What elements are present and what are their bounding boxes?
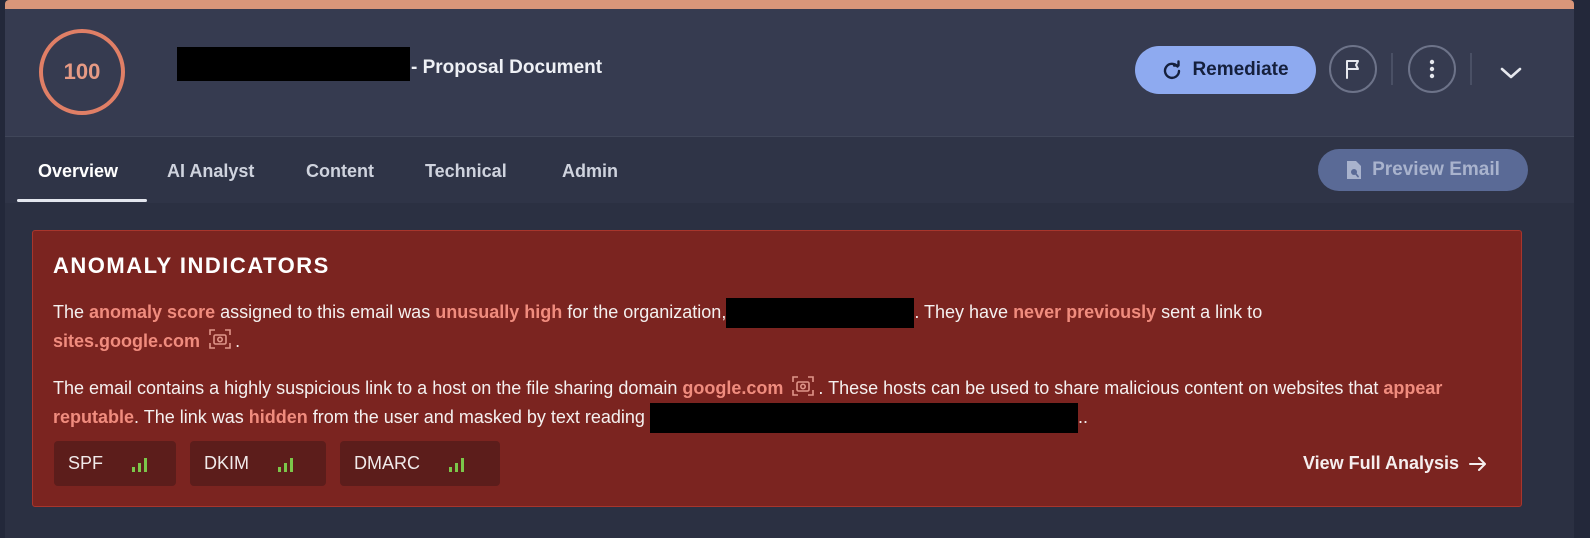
preview-email-label: Preview Email [1372,159,1500,180]
dmarc-badge[interactable]: DMARC [340,441,500,486]
collapse-button[interactable] [1495,59,1527,87]
anomaly-score-ring: 100 [39,29,125,115]
dkim-label: DKIM [204,453,249,473]
email-subject: - Proposal Document [411,57,603,78]
tab-content[interactable]: Content [306,161,374,182]
view-full-analysis-link[interactable]: View Full Analysis [1303,453,1487,474]
anomaly-indicators-panel: ANOMALY INDICATORS The anomaly score ass… [32,230,1522,507]
more-vertical-icon [1429,59,1435,79]
divider [1391,53,1393,85]
link-domain[interactable]: sites.google.com [53,331,200,351]
tab-bar: Overview AI Analyst Content Technical Ad… [5,137,1574,203]
dmarc-label: DMARC [354,453,420,473]
anomaly-paragraph-1: The anomaly score assigned to this email… [53,298,1503,356]
flag-icon [1346,60,1359,79]
redacted-organization [726,298,915,328]
scan-icon[interactable] [792,375,815,403]
refresh-icon [1164,60,1181,80]
accent-bar [5,0,1574,9]
anomaly-score-value: 100 [63,59,101,84]
scan-icon[interactable] [209,328,231,356]
document-icon [1347,161,1362,179]
link-domain[interactable]: google.com [682,378,783,398]
signal-bars-icon [132,457,148,472]
tab-ai-analyst[interactable]: AI Analyst [167,161,254,182]
chevron-down-icon [1500,67,1522,79]
tab-overview[interactable]: Overview [38,161,118,182]
remediate-label: Remediate [1192,59,1289,80]
spf-label: SPF [68,453,104,473]
auth-badges: SPF DKIM DMARC [54,441,500,486]
remediate-button[interactable]: Remediate [1135,46,1316,94]
preview-email-button[interactable]: Preview Email [1318,149,1528,191]
email-card: 100 - Proposal Document Remediate Overvi… [5,9,1574,538]
spf-badge[interactable]: SPF [54,441,176,486]
active-tab-indicator [17,199,147,202]
email-header: 100 - Proposal Document Remediate [5,9,1574,137]
tab-technical[interactable]: Technical [425,161,507,182]
signal-bars-icon [449,457,464,472]
redacted-sender [177,47,410,81]
dkim-badge[interactable]: DKIM [190,441,326,486]
view-full-analysis-label: View Full Analysis [1302,453,1459,473]
signal-bars-icon [278,457,293,472]
anomaly-heading: ANOMALY INDICATORS [53,253,330,278]
tab-admin[interactable]: Admin [562,161,618,182]
arrow-right-icon [1469,456,1486,471]
more-options-button[interactable] [1408,45,1456,93]
anomaly-paragraph-2: The email contains a highly suspicious l… [53,375,1503,433]
redacted-link-text [649,402,1078,433]
divider [1470,53,1472,85]
flag-button[interactable] [1329,45,1377,93]
